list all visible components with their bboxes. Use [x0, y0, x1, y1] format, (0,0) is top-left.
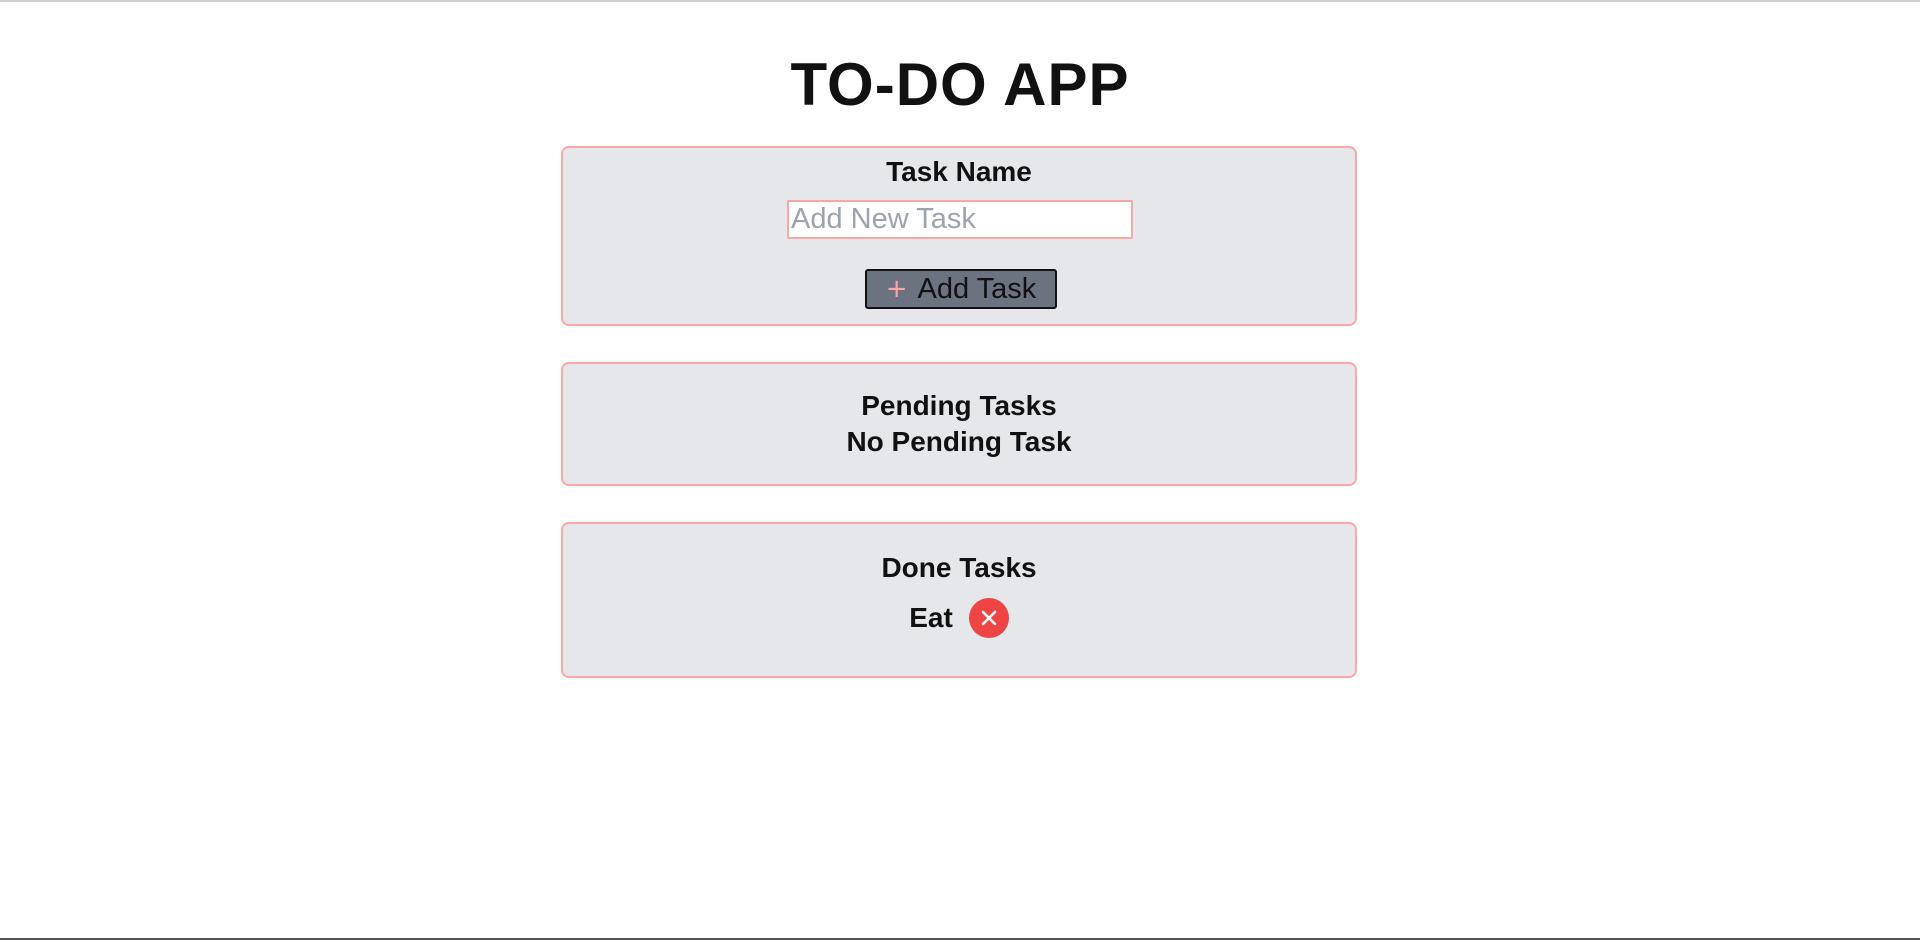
- pending-tasks-heading: Pending Tasks: [861, 390, 1057, 421]
- page-title: TO-DO APP: [790, 51, 1130, 118]
- top-divider: [0, 0, 1920, 2]
- pending-empty-message: No Pending Task: [846, 426, 1072, 457]
- add-task-button[interactable]: + Add Task: [865, 269, 1057, 309]
- remove-task-button[interactable]: [968, 598, 1009, 638]
- done-task-list: Eat: [563, 598, 1355, 638]
- done-task-item: Eat: [909, 598, 1009, 638]
- done-tasks-heading: Done Tasks: [881, 552, 1037, 583]
- task-name-label: Task Name: [886, 156, 1032, 187]
- done-task-text: Eat: [909, 602, 953, 633]
- add-task-card: Task Name + Add Task: [561, 146, 1357, 326]
- done-tasks-card: Done Tasks Eat: [561, 522, 1357, 678]
- new-task-input[interactable]: [787, 200, 1133, 239]
- add-task-button-label: Add Task: [917, 273, 1037, 305]
- close-circle-icon: [981, 610, 997, 626]
- plus-icon: +: [885, 274, 908, 304]
- pending-tasks-card: Pending Tasks No Pending Task: [561, 362, 1357, 486]
